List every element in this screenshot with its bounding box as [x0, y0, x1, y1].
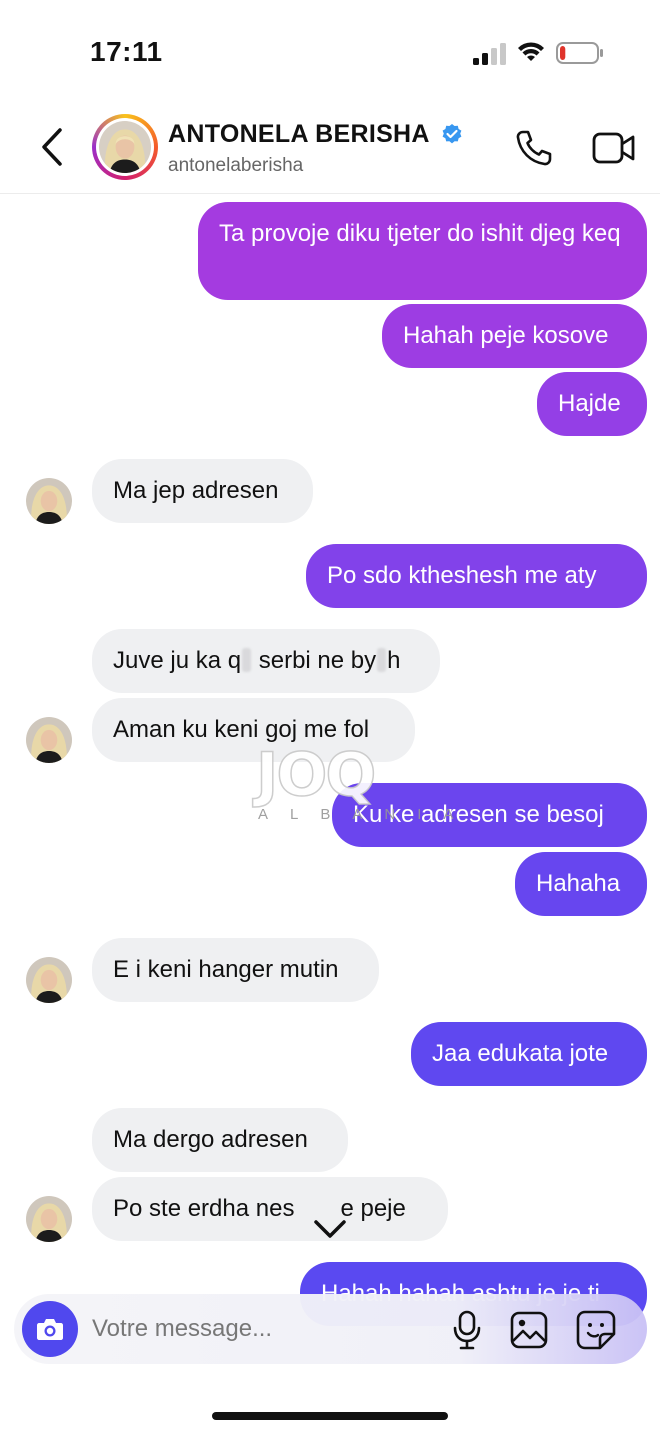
- chat-header: ANTONELA BERISHA antonelaberisha: [0, 100, 660, 194]
- avatar[interactable]: [26, 1196, 72, 1242]
- message-received[interactable]: Po ste erdha nes e peje: [92, 1177, 448, 1241]
- message-text: Juve ju ka q: [113, 647, 242, 674]
- message-received[interactable]: Ma jep adresen: [92, 459, 313, 523]
- profile-photo: [26, 478, 72, 524]
- verified-badge-icon: [442, 124, 462, 144]
- avatar[interactable]: [26, 478, 72, 524]
- profile-photo: [26, 717, 72, 763]
- status-bar: 17:11: [0, 0, 660, 100]
- message-sent[interactable]: Jaa edukata jote: [411, 1022, 647, 1086]
- chevron-left-icon[interactable]: [32, 124, 72, 170]
- profile-photo: [26, 957, 72, 1003]
- message-input[interactable]: [92, 1310, 432, 1348]
- profile-photo: [99, 121, 151, 173]
- message-received[interactable]: Aman ku keni goj me fol: [92, 698, 415, 762]
- censor-mark: [377, 648, 387, 672]
- censor-mark: [242, 648, 252, 672]
- microphone-icon[interactable]: [452, 1310, 482, 1350]
- wifi-icon: [518, 42, 544, 61]
- status-time: 17:11: [90, 36, 163, 67]
- profile-photo: [26, 1196, 72, 1242]
- message-sent[interactable]: Ta provoje diku tjeter do ishit djeg keq: [198, 202, 647, 300]
- message-sent[interactable]: Hajde: [537, 372, 647, 436]
- message-text: serbi ne by: [252, 647, 377, 674]
- battery-icon: [556, 42, 603, 64]
- contact-handle: antonelaberisha: [168, 155, 304, 176]
- phone-icon[interactable]: [514, 128, 554, 168]
- message-sent[interactable]: Hahah peje kosove: [382, 304, 647, 368]
- message-text: h: [387, 647, 401, 674]
- avatar[interactable]: [92, 114, 158, 180]
- message-sent[interactable]: Hahaha: [515, 852, 647, 916]
- cellular-signal-icon: [473, 43, 506, 65]
- message-received[interactable]: Juve ju ka q serbi ne by h: [92, 629, 440, 693]
- gallery-icon[interactable]: [510, 1311, 548, 1349]
- message-sent[interactable]: Ku ke adresen se besoj: [332, 783, 647, 847]
- contact-name[interactable]: ANTONELA BERISHA: [168, 120, 430, 149]
- avatar[interactable]: [26, 957, 72, 1003]
- message-received[interactable]: E i keni hanger mutin: [92, 938, 379, 1002]
- camera-button[interactable]: [22, 1301, 78, 1357]
- message-received[interactable]: Ma dergo adresen: [92, 1108, 348, 1172]
- sticker-icon[interactable]: [576, 1310, 616, 1350]
- avatar[interactable]: [26, 717, 72, 763]
- message-sent[interactable]: Po sdo ktheshesh me aty: [306, 544, 647, 608]
- message-composer: [14, 1294, 647, 1364]
- chevron-down-icon[interactable]: [306, 1208, 354, 1252]
- camera-icon: [37, 1319, 63, 1340]
- message-text: Po ste erdha nes: [113, 1195, 295, 1222]
- home-indicator[interactable]: [212, 1412, 448, 1420]
- video-camera-icon[interactable]: [592, 130, 636, 166]
